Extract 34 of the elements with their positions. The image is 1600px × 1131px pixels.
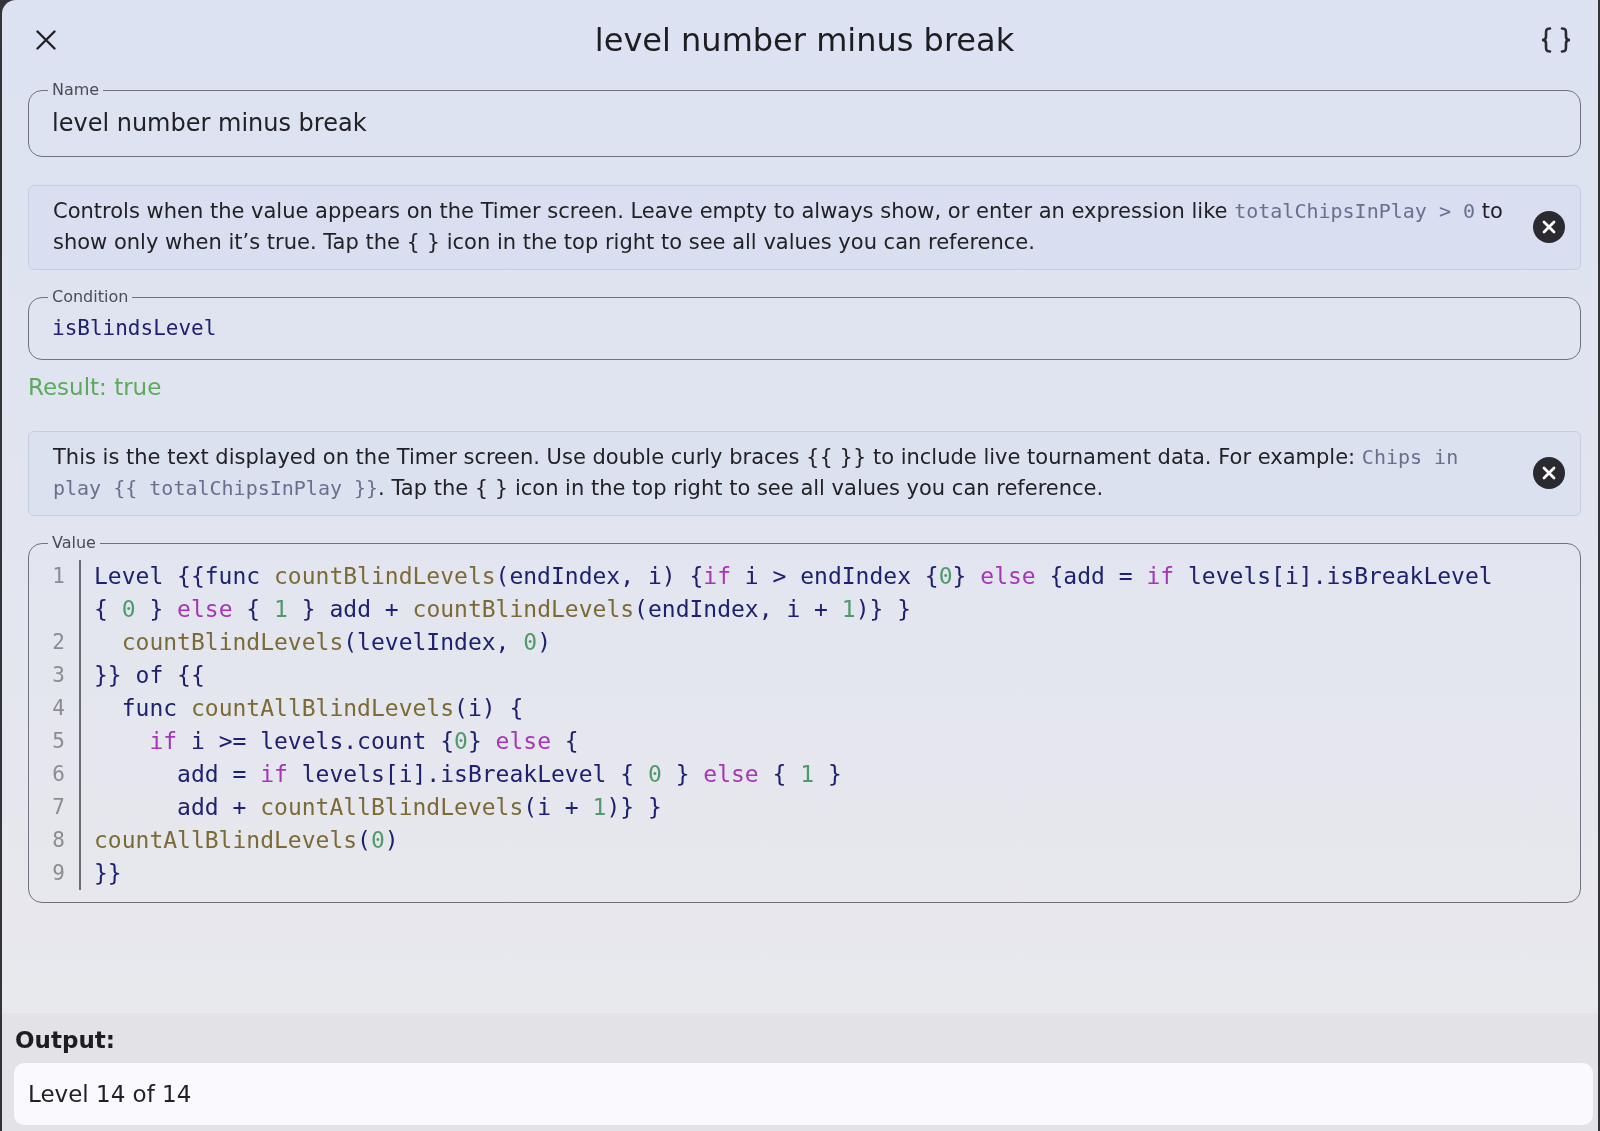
code-line: Level {{func countBlindLevels(endIndex, i) {if i > endIndex {0} else {add = if levels[i].isBreakLevel { 0 } else { 1 } add + countBlindLevels(endIndex, i + 1)} } xyxy=(94,562,1494,624)
code-line: }} of {{ xyxy=(94,661,206,690)
field-label: Name xyxy=(51,80,101,100)
name-field[interactable]: Name level number minus break xyxy=(28,80,1581,157)
output-label: Output: xyxy=(15,1026,115,1055)
close-icon[interactable] xyxy=(1533,457,1565,489)
line-number: 5 xyxy=(51,728,65,755)
result-text: Result: true xyxy=(28,373,162,402)
code-line: }} xyxy=(94,859,123,888)
braces-icon[interactable] xyxy=(1540,27,1572,53)
code-editor[interactable] xyxy=(28,533,1581,903)
line-number: 7 xyxy=(51,794,65,821)
hint-text: Controls when the value appears on the Timer screen. Leave empty to always show, or enter an expression like totalChipsInPlay > 0 to show only when it’s true. Tap the { } icon in the top right to see all values you can reference. xyxy=(53,198,1504,256)
condition-field[interactable]: Condition isBlindsLevel xyxy=(28,287,1581,360)
line-number: 1 xyxy=(51,563,65,590)
close-icon[interactable] xyxy=(36,30,56,50)
code-line: add = if levels[i].isBreakLevel { 0 } else { 1 } xyxy=(176,760,843,789)
close-icon[interactable] xyxy=(1533,211,1565,243)
code-line: countAllBlindLevels(0) xyxy=(94,826,400,855)
line-number: 9 xyxy=(51,860,65,887)
hint-text: This is the text displayed on the Timer screen. Use double curly braces {{ }} to include live tournament data. For example: Chips in play {{ totalChipsInPlay }}. Tap the { } icon in the top right to see all values you can reference. xyxy=(53,444,1460,502)
field-label: Condition xyxy=(51,287,130,307)
code-line: add + countAllBlindLevels(i + 1)} } xyxy=(176,793,663,822)
code-line: if i >= levels.count {0} else { xyxy=(148,727,580,756)
line-number: 4 xyxy=(51,695,65,722)
dialog-title: level number minus break xyxy=(594,21,1015,59)
code-line: countBlindLevels(levelIndex, 0) xyxy=(120,628,552,657)
output-value: Level 14 of 14 xyxy=(14,1063,1593,1125)
line-number: 2 xyxy=(51,629,65,656)
field-label: Value xyxy=(51,533,97,553)
line-number: 6 xyxy=(51,761,65,788)
line-number: 3 xyxy=(51,662,65,689)
code-line: func countAllBlindLevels(i) { xyxy=(120,694,525,723)
line-number: 8 xyxy=(51,827,65,854)
